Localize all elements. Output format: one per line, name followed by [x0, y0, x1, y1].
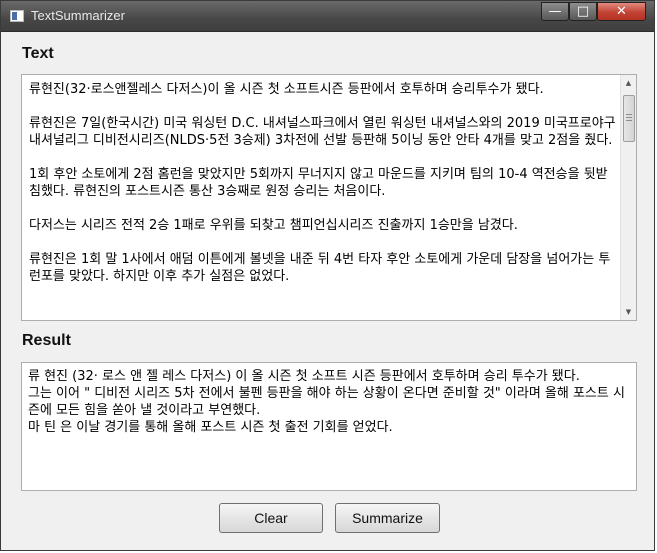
result-text-content: 류 현진 (32· 로스 앤 젤 레스 다저스) 이 올 시즌 첫 소프트 시즌…	[28, 368, 632, 436]
result-section-label: Result	[22, 332, 71, 349]
minimize-button[interactable]: —	[541, 2, 569, 21]
scroll-up-arrow-icon[interactable]: ▲	[621, 75, 636, 91]
app-icon	[10, 10, 24, 22]
clear-button[interactable]: Clear	[219, 503, 323, 533]
scroll-thumb[interactable]	[623, 95, 635, 142]
input-paragraph: 다저스는 시리즈 전적 2승 1패로 우위를 되찾고 챔피언십시리즈 진출까지 …	[29, 218, 518, 233]
input-paragraph: 류현진(32·로스앤젤레스 다저스)이 올 시즌 첫 소프트시즌 등판에서 호투…	[29, 82, 544, 97]
close-button[interactable]: ✕	[597, 2, 646, 21]
result-text-area[interactable]: 류 현진 (32· 로스 앤 젤 레스 다저스) 이 올 시즌 첫 소프트 시즌…	[21, 362, 637, 491]
input-text-area[interactable]: 류현진(32·로스앤젤레스 다저스)이 올 시즌 첫 소프트시즌 등판에서 호투…	[21, 74, 637, 321]
thumb-grip-icon	[626, 114, 632, 121]
text-section-label: Text	[22, 45, 54, 62]
title-bar[interactable]: TextSummarizer — □ ✕	[1, 1, 654, 32]
app-window: TextSummarizer — □ ✕ Text 류현진(32·로스앤젤레스 …	[0, 0, 655, 551]
input-text-content: 류현진(32·로스앤젤레스 다저스)이 올 시즌 첫 소프트시즌 등판에서 호투…	[29, 81, 619, 302]
scroll-down-arrow-icon[interactable]: ▼	[621, 304, 636, 320]
input-scrollbar[interactable]: ▲ ▼	[620, 75, 636, 320]
input-paragraph: 류현진은 1회 말 1사에서 애덤 이튼에게 볼넷을 내준 뒤 4번 타자 후안…	[29, 252, 611, 284]
result-line: 마 틴 은 이날 경기를 통해 올해 포스트 시즌 첫 출전 기회를 얻었다.	[28, 420, 393, 435]
input-paragraph: 1회 후안 소토에게 2점 홈런을 맞았지만 5회까지 무너지지 않고 마운드를…	[29, 167, 608, 199]
result-line: 그는 이어 " 디비전 시리즈 5차 전에서 불펜 등판을 해야 하는 상황이 …	[28, 386, 625, 418]
summarize-button[interactable]: Summarize	[335, 503, 440, 533]
input-paragraph: 류현진은 7일(한국시간) 미국 워싱턴 D.C. 내셔널스파크에서 열린 워싱…	[29, 116, 616, 148]
result-line: 류 현진 (32· 로스 앤 젤 레스 다저스) 이 올 시즌 첫 소프트 시즌…	[28, 369, 580, 384]
window-title: TextSummarizer	[31, 8, 125, 23]
maximize-button[interactable]: □	[569, 2, 597, 21]
